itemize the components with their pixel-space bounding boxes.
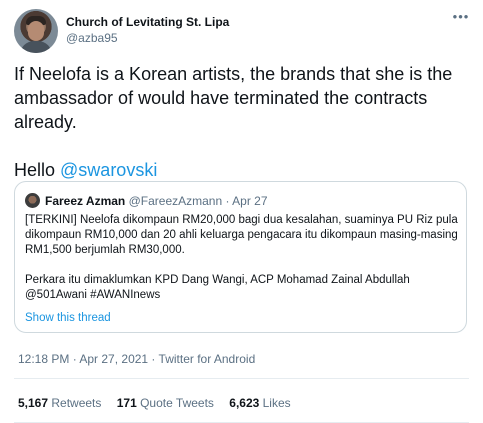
retweets-count: 5,167 bbox=[18, 396, 49, 410]
quoted-paragraph-2: Perkara itu dimaklumkan KPD Dang Wangi, … bbox=[25, 274, 410, 301]
tweet-text: If Neelofa is a Korean artists, the bran… bbox=[14, 62, 474, 182]
tweet: Church of Levitating St. Lipa @azba95 ••… bbox=[0, 0, 483, 423]
quote-tweets-stat[interactable]: 171 Quote Tweets bbox=[117, 396, 214, 410]
tweet-text-main: If Neelofa is a Korean artists, the bran… bbox=[14, 64, 453, 132]
hello-text: Hello bbox=[14, 160, 61, 180]
author-avatar[interactable] bbox=[14, 9, 58, 53]
likes-stat[interactable]: 6,623 Likes bbox=[229, 396, 290, 410]
quoted-author-avatar bbox=[25, 193, 40, 208]
tweet-stats: 5,167 Retweets 171 Quote Tweets 6,623 Li… bbox=[18, 396, 303, 410]
likes-label: Likes bbox=[259, 396, 291, 410]
quoted-paragraph-1: [TERKINI] Neelofa dikompaun RM20,000 bag… bbox=[25, 214, 458, 256]
divider bbox=[14, 378, 469, 379]
tweet-text-hello: Hello @swarovski bbox=[14, 158, 474, 182]
mention-link[interactable]: @swarovski bbox=[60, 160, 157, 180]
quote-tweets-count: 171 bbox=[116, 396, 137, 410]
author-name[interactable]: Church of Levitating St. Lipa bbox=[66, 15, 229, 29]
quoted-author-name: Fareez Azman bbox=[45, 194, 126, 208]
show-thread-link[interactable]: Show this thread bbox=[25, 312, 111, 324]
quoted-tweet[interactable]: Fareez Azman @FareezAzmann · Apr 27 [TER… bbox=[14, 181, 467, 333]
more-options-icon[interactable]: ••• bbox=[452, 10, 470, 24]
quoted-header: Fareez Azman @FareezAzmann · Apr 27 bbox=[45, 194, 268, 208]
quoted-author-meta: @FareezAzmann · Apr 27 bbox=[125, 194, 268, 208]
quote-tweets-label: Quote Tweets bbox=[136, 396, 214, 410]
retweets-label: Retweets bbox=[48, 396, 102, 410]
quoted-text: [TERKINI] Neelofa dikompaun RM20,000 bag… bbox=[25, 213, 461, 303]
author-handle[interactable]: @azba95 bbox=[66, 31, 118, 45]
likes-count: 6,623 bbox=[229, 396, 260, 410]
retweets-stat[interactable]: 5,167 Retweets bbox=[18, 396, 101, 410]
tweet-timestamp[interactable]: 12:18 PM · Apr 27, 2021 · Twitter for An… bbox=[18, 352, 255, 366]
